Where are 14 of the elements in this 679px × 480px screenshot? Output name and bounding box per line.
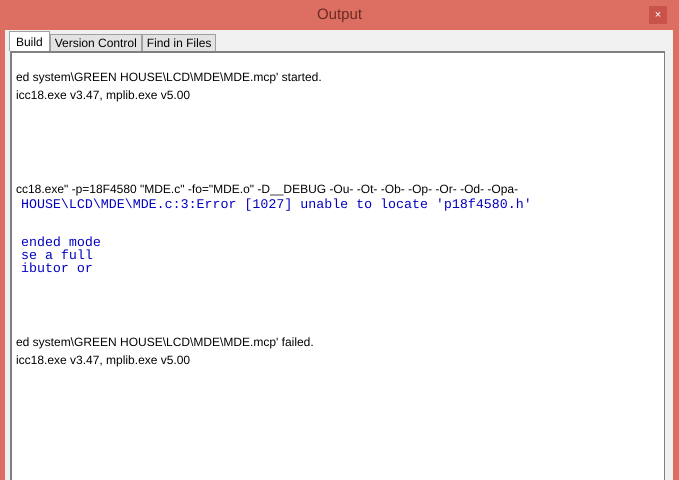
compiler-message: HOUSE\LCD\MDE\MDE.c:3:Error [1027] unable to locate 'p18f4580.h' bbox=[20, 197, 533, 213]
compiler-message: ended mode bbox=[20, 236, 102, 249]
build-message: icc18.exe v3.47, mplib.exe v5.00 bbox=[16, 352, 192, 369]
close-button[interactable]: × bbox=[649, 6, 667, 24]
tab[interactable]: Find in Files bbox=[142, 34, 216, 51]
compiler-message: ibutor or bbox=[20, 262, 94, 275]
window-title: Output bbox=[316, 4, 362, 25]
tab[interactable]: Version Control bbox=[50, 34, 142, 51]
compiler-message: se a full bbox=[20, 249, 94, 262]
build-message: ed system\GREEN HOUSE\LCD\MDE\MDE.mcp' started. bbox=[16, 69, 323, 86]
build-message: ed system\GREEN HOUSE\LCD\MDE\MDE.mcp' failed. bbox=[16, 334, 315, 351]
build-message: icc18.exe v3.47, mplib.exe v5.00 bbox=[16, 87, 192, 104]
tab[interactable]: Build bbox=[9, 31, 50, 51]
build-message: cc18.exe" -p=18F4580 "MDE.c" -fo="MDE.o" -D__DEBUG -Ou- -Ot- -Ob- -Op- -Or- -Od- -Opa- bbox=[16, 181, 520, 197]
